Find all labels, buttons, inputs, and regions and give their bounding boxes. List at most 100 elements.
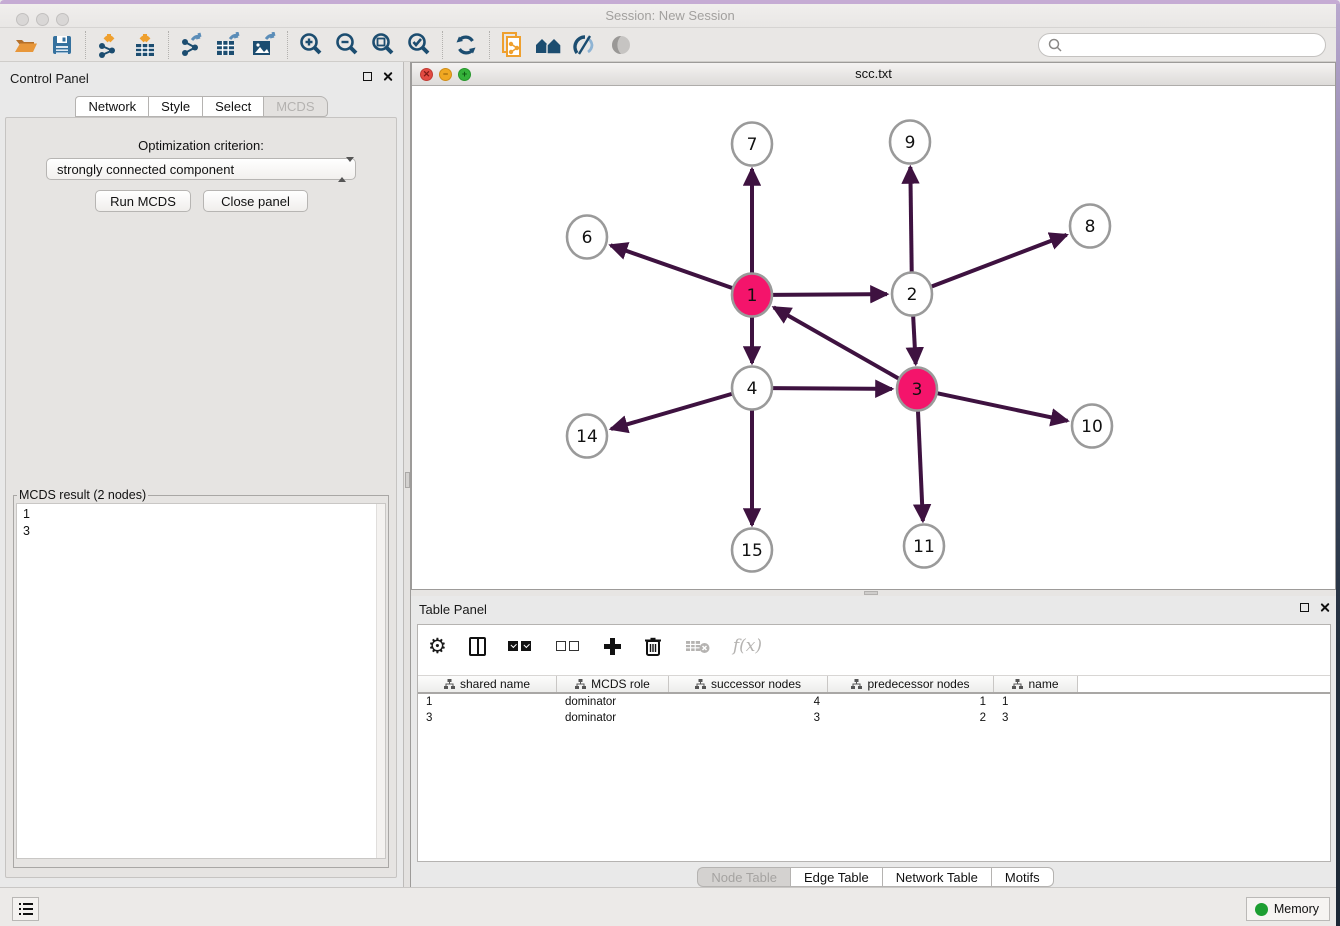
first-neighbors-button[interactable] <box>531 30 567 60</box>
close-window-button[interactable] <box>16 13 29 26</box>
edge-4-14[interactable] <box>611 394 732 429</box>
edge-2-3[interactable] <box>913 315 916 364</box>
search-input[interactable] <box>1063 38 1325 52</box>
table-cell[interactable]: 1 <box>418 694 557 710</box>
table-panel-tabs: Node TableEdge TableNetwork TableMotifs <box>411 867 1340 887</box>
edge-3-10[interactable] <box>938 393 1068 420</box>
tab-network-table[interactable]: Network Table <box>882 867 991 887</box>
edge-3-11[interactable] <box>918 410 923 521</box>
splitter-grip[interactable] <box>864 591 878 595</box>
add-column-button[interactable] <box>604 638 621 655</box>
graph-node-9[interactable]: 9 <box>890 121 930 164</box>
table-row[interactable]: 1dominator411 <box>418 694 1330 710</box>
zoom-out-button[interactable] <box>329 30 365 60</box>
column-header-label: successor nodes <box>711 677 801 691</box>
table-cell[interactable]: 1 <box>828 694 994 710</box>
criterion-select[interactable]: strongly connected component <box>46 158 356 180</box>
close-view-button[interactable]: ✕ <box>420 68 433 81</box>
open-file-button[interactable] <box>8 30 44 60</box>
node-label: 8 <box>1085 217 1096 237</box>
table-cell[interactable]: dominator <box>557 694 669 710</box>
save-session-button[interactable] <box>44 30 80 60</box>
edge-1-6[interactable] <box>611 245 733 288</box>
toolbar-separator <box>287 31 288 59</box>
graph-node-15[interactable]: 15 <box>732 529 772 572</box>
import-network-button[interactable] <box>91 30 127 60</box>
network-canvas[interactable]: 7 9 6 8 1 2 4 3 14 10 15 11 <box>412 86 1335 589</box>
delete-columns-button[interactable] <box>643 635 663 657</box>
hide-selected-button[interactable] <box>567 30 603 60</box>
unchecked-box-icon <box>556 641 566 651</box>
tab-node-table[interactable]: Node Table <box>697 867 790 887</box>
unselect-all-columns-button[interactable] <box>556 641 582 651</box>
panel-columns-button[interactable] <box>469 637 486 656</box>
clone-network-button[interactable] <box>495 30 531 60</box>
table-cell[interactable]: 2 <box>828 710 994 726</box>
zoom-window-button[interactable] <box>56 13 69 26</box>
close-panel-icon[interactable] <box>1319 602 1330 613</box>
splitter-grip[interactable] <box>405 472 410 488</box>
maximize-view-button[interactable]: + <box>458 68 471 81</box>
show-hidden-button[interactable] <box>603 30 639 60</box>
edge-2-9[interactable] <box>910 167 911 273</box>
column-header-successor-nodes[interactable]: successor nodes <box>669 676 828 692</box>
edge-1-2[interactable] <box>773 294 887 295</box>
window-controls[interactable] <box>16 13 69 26</box>
edge-3-1[interactable] <box>774 307 899 378</box>
float-panel-icon[interactable] <box>1300 603 1309 612</box>
network-graph[interactable]: 7 9 6 8 1 2 4 3 14 10 15 11 <box>412 86 1335 589</box>
table-cell[interactable]: 4 <box>669 694 828 710</box>
graph-node-11[interactable]: 11 <box>904 525 944 568</box>
column-header-MCDS-role[interactable]: MCDS role <box>557 676 669 692</box>
table-row[interactable]: 3dominator323 <box>418 710 1330 726</box>
graph-node-14[interactable]: 14 <box>567 415 607 458</box>
graph-node-1[interactable]: 1 <box>732 274 772 317</box>
close-panel-icon[interactable] <box>382 71 393 82</box>
zoom-in-button[interactable] <box>293 30 329 60</box>
table-cell[interactable]: 3 <box>994 710 1078 726</box>
minimize-view-button[interactable]: − <box>439 68 452 81</box>
zoom-selected-button[interactable] <box>401 30 437 60</box>
close-panel-button[interactable]: Close panel <box>203 190 308 212</box>
table-cell[interactable]: 1 <box>994 694 1078 710</box>
memory-button[interactable]: Memory <box>1246 897 1330 921</box>
tab-mcds[interactable]: MCDS <box>263 96 327 117</box>
export-image-button[interactable] <box>246 30 282 60</box>
refresh-button[interactable] <box>448 30 484 60</box>
column-header-predecessor-nodes[interactable]: predecessor nodes <box>828 676 994 692</box>
table-cell[interactable]: 3 <box>669 710 828 726</box>
tab-network[interactable]: Network <box>75 96 148 117</box>
tab-edge-table[interactable]: Edge Table <box>790 867 882 887</box>
graph-node-4[interactable]: 4 <box>732 367 772 410</box>
zoom-fit-button[interactable] <box>365 30 401 60</box>
edge-2-8[interactable] <box>932 235 1067 287</box>
select-all-columns-button[interactable] <box>508 641 534 651</box>
column-header-name[interactable]: name <box>994 676 1078 692</box>
task-history-button[interactable] <box>12 897 39 921</box>
tab-style[interactable]: Style <box>148 96 202 117</box>
table-cell[interactable]: dominator <box>557 710 669 726</box>
vertical-splitter[interactable] <box>403 62 411 887</box>
tab-motifs[interactable]: Motifs <box>991 867 1054 887</box>
control-panel-tabs: NetworkStyleSelectMCDS <box>0 96 403 117</box>
run-mcds-button[interactable]: Run MCDS <box>95 190 191 212</box>
table-settings-gear-button[interactable]: ⚙ <box>428 636 447 657</box>
table-cell[interactable]: 3 <box>418 710 557 726</box>
tab-select[interactable]: Select <box>202 96 263 117</box>
export-table-button[interactable] <box>210 30 246 60</box>
column-header-shared-name[interactable]: shared name <box>418 676 557 692</box>
graph-node-7[interactable]: 7 <box>732 123 772 166</box>
edge-4-3[interactable] <box>773 388 892 389</box>
graph-node-6[interactable]: 6 <box>567 216 607 259</box>
graph-node-3[interactable]: 3 <box>897 368 937 411</box>
graph-node-10[interactable]: 10 <box>1072 405 1112 448</box>
graph-node-8[interactable]: 8 <box>1070 205 1110 248</box>
import-table-button[interactable] <box>127 30 163 60</box>
float-panel-icon[interactable] <box>363 72 372 81</box>
result-scrollbar[interactable] <box>376 504 385 858</box>
minimize-window-button[interactable] <box>36 13 49 26</box>
screen-edge-right <box>1336 4 1340 926</box>
graph-node-2[interactable]: 2 <box>892 273 932 316</box>
mcds-result-list[interactable]: 13 <box>16 503 386 859</box>
export-network-button[interactable] <box>174 30 210 60</box>
